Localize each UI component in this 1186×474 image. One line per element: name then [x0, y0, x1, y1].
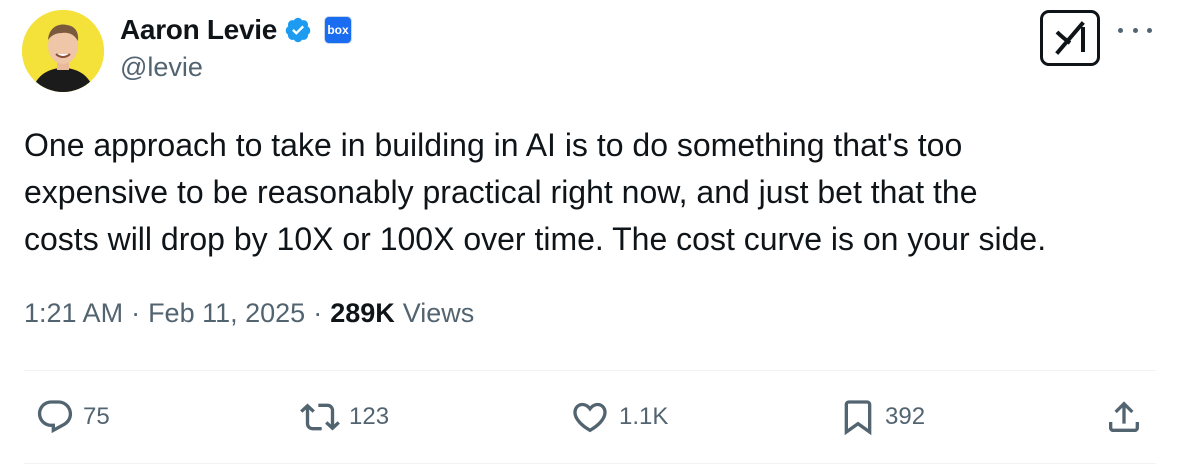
share-button[interactable] — [1104, 395, 1144, 439]
grok-logo-icon — [1055, 21, 1085, 55]
tweet-meta: 1:21 AM · Feb 11, 2025 · 289K Views — [24, 298, 474, 329]
box-affiliation-badge[interactable]: box — [323, 16, 352, 44]
bookmark-icon — [844, 400, 872, 436]
avatar-photo — [22, 10, 104, 92]
like-count: 1.1K — [619, 403, 669, 430]
tweet-date[interactable]: Feb 11, 2025 — [148, 298, 305, 329]
like-button[interactable]: 1.1K — [568, 395, 668, 439]
tweet-text: One approach to take in building in AI i… — [24, 127, 1047, 257]
author-name[interactable]: Aaron Levie — [120, 14, 277, 46]
reply-icon — [37, 400, 73, 434]
tweet-time[interactable]: 1:21 AM — [24, 298, 123, 329]
meta-separator: · — [313, 298, 323, 328]
more-options-icon[interactable] — [1118, 20, 1152, 40]
bookmark-button[interactable]: 392 — [838, 395, 925, 439]
views-count: 289K — [330, 298, 395, 328]
divider — [24, 370, 1156, 371]
repost-count: 123 — [349, 403, 390, 430]
avatar[interactable] — [22, 10, 104, 92]
repost-button[interactable]: 123 — [298, 395, 389, 439]
bookmark-count: 392 — [885, 403, 926, 430]
repost-icon — [300, 403, 340, 431]
grok-icon[interactable] — [1040, 10, 1100, 66]
author-handle[interactable]: @levie — [120, 52, 203, 83]
reply-count: 75 — [83, 403, 110, 430]
reply-button[interactable]: 75 — [34, 395, 110, 439]
heart-icon — [573, 402, 607, 433]
divider — [24, 463, 1156, 464]
share-icon — [1109, 401, 1139, 432]
verified-badge-icon[interactable] — [284, 16, 312, 44]
meta-separator: · — [131, 298, 141, 328]
views-label: Views — [402, 298, 475, 328]
author-row: Aaron Levie box — [120, 12, 352, 48]
action-bar: 75 123 1.1K 392 — [0, 395, 1186, 439]
